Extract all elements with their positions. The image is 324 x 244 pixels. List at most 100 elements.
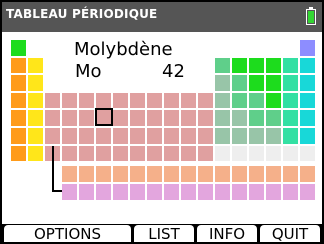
element-cell[interactable]: [265, 74, 282, 92]
element-cell[interactable]: [61, 127, 78, 145]
element-cell[interactable]: [146, 127, 163, 145]
element-cell[interactable]: [44, 127, 61, 145]
element-cell[interactable]: [146, 183, 163, 201]
element-cell[interactable]: [265, 109, 282, 127]
element-cell[interactable]: [10, 74, 27, 92]
element-cell[interactable]: [146, 91, 163, 110]
element-cell[interactable]: [299, 183, 316, 201]
element-cell[interactable]: [129, 109, 146, 127]
element-cell[interactable]: [180, 127, 197, 145]
element-cell[interactable]: [10, 39, 27, 57]
element-cell[interactable]: [214, 74, 231, 92]
element-cell[interactable]: [299, 165, 316, 183]
element-cell[interactable]: [265, 165, 282, 183]
element-cell[interactable]: [265, 91, 282, 110]
element-cell[interactable]: [231, 56, 248, 75]
element-cell[interactable]: [146, 144, 163, 163]
element-cell[interactable]: [180, 165, 197, 183]
periodic-table[interactable]: [2, 2, 322, 242]
element-cell[interactable]: [44, 109, 61, 127]
element-cell[interactable]: [180, 91, 197, 110]
element-cell[interactable]: [10, 144, 27, 163]
element-cell[interactable]: [61, 165, 78, 183]
element-cell[interactable]: [163, 109, 180, 127]
info-button[interactable]: INFO: [197, 225, 257, 242]
element-cell[interactable]: [129, 165, 146, 183]
element-cell[interactable]: [265, 56, 282, 75]
element-cell[interactable]: [27, 144, 44, 163]
element-cell[interactable]: [61, 144, 78, 163]
element-cell[interactable]: [78, 109, 95, 127]
element-cell[interactable]: [214, 127, 231, 145]
element-cell[interactable]: [95, 127, 112, 145]
element-cell[interactable]: [282, 165, 299, 183]
element-cell[interactable]: [282, 183, 299, 201]
element-cell[interactable]: [78, 165, 95, 183]
element-cell[interactable]: [61, 183, 78, 201]
element-cell[interactable]: [197, 109, 214, 127]
element-cell[interactable]: [10, 127, 27, 145]
list-button[interactable]: LIST: [134, 225, 194, 242]
element-cell[interactable]: [27, 127, 44, 145]
element-cell[interactable]: [248, 165, 265, 183]
element-cell[interactable]: [112, 109, 129, 127]
element-cell[interactable]: [231, 109, 248, 127]
element-cell[interactable]: [78, 144, 95, 163]
element-cell[interactable]: [95, 144, 112, 163]
element-cell[interactable]: [282, 109, 299, 127]
element-cell[interactable]: [78, 183, 95, 201]
element-cell[interactable]: [146, 109, 163, 127]
element-cell[interactable]: [265, 183, 282, 201]
element-cell[interactable]: [282, 127, 299, 145]
element-cell[interactable]: [112, 165, 129, 183]
element-cell[interactable]: [27, 109, 44, 127]
element-cell[interactable]: [299, 109, 316, 127]
element-cell[interactable]: [231, 165, 248, 183]
element-cell[interactable]: [231, 127, 248, 145]
element-cell[interactable]: [231, 183, 248, 201]
element-cell[interactable]: [214, 109, 231, 127]
element-cell[interactable]: [231, 74, 248, 92]
element-cell[interactable]: [112, 127, 129, 145]
element-cell[interactable]: [61, 91, 78, 110]
element-cell[interactable]: [248, 109, 265, 127]
element-cell[interactable]: [78, 91, 95, 110]
element-cell[interactable]: [61, 109, 78, 127]
element-cell[interactable]: [146, 165, 163, 183]
element-cell[interactable]: [95, 91, 112, 110]
element-cell[interactable]: [214, 56, 231, 75]
element-cell[interactable]: [231, 144, 248, 163]
element-cell[interactable]: [248, 91, 265, 110]
element-cell[interactable]: [282, 56, 299, 75]
element-cell[interactable]: [214, 91, 231, 110]
element-cell[interactable]: [197, 183, 214, 201]
element-cell[interactable]: [129, 183, 146, 201]
element-cell[interactable]: [282, 74, 299, 92]
element-cell[interactable]: [231, 91, 248, 110]
element-cell[interactable]: [248, 74, 265, 92]
element-cell[interactable]: [248, 127, 265, 145]
element-cell[interactable]: [95, 165, 112, 183]
element-cell[interactable]: [248, 183, 265, 201]
element-cell[interactable]: [180, 109, 197, 127]
element-cell[interactable]: [214, 165, 231, 183]
element-cell[interactable]: [10, 56, 27, 75]
element-cell[interactable]: [78, 127, 95, 145]
element-cell[interactable]: [299, 127, 316, 145]
element-cell[interactable]: [10, 109, 27, 127]
element-cell[interactable]: [180, 144, 197, 163]
element-cell[interactable]: [27, 91, 44, 110]
element-cell[interactable]: [197, 127, 214, 145]
element-cell[interactable]: [197, 144, 214, 163]
element-cell[interactable]: [214, 183, 231, 201]
quit-button[interactable]: QUIT: [260, 225, 320, 242]
element-cell[interactable]: [282, 91, 299, 110]
element-cell[interactable]: [265, 144, 282, 163]
element-cell[interactable]: [163, 165, 180, 183]
element-cell[interactable]: [129, 144, 146, 163]
element-cell[interactable]: [163, 91, 180, 110]
element-cell[interactable]: [163, 127, 180, 145]
element-cell[interactable]: [129, 127, 146, 145]
element-cell[interactable]: [95, 183, 112, 201]
element-cell[interactable]: [299, 91, 316, 110]
